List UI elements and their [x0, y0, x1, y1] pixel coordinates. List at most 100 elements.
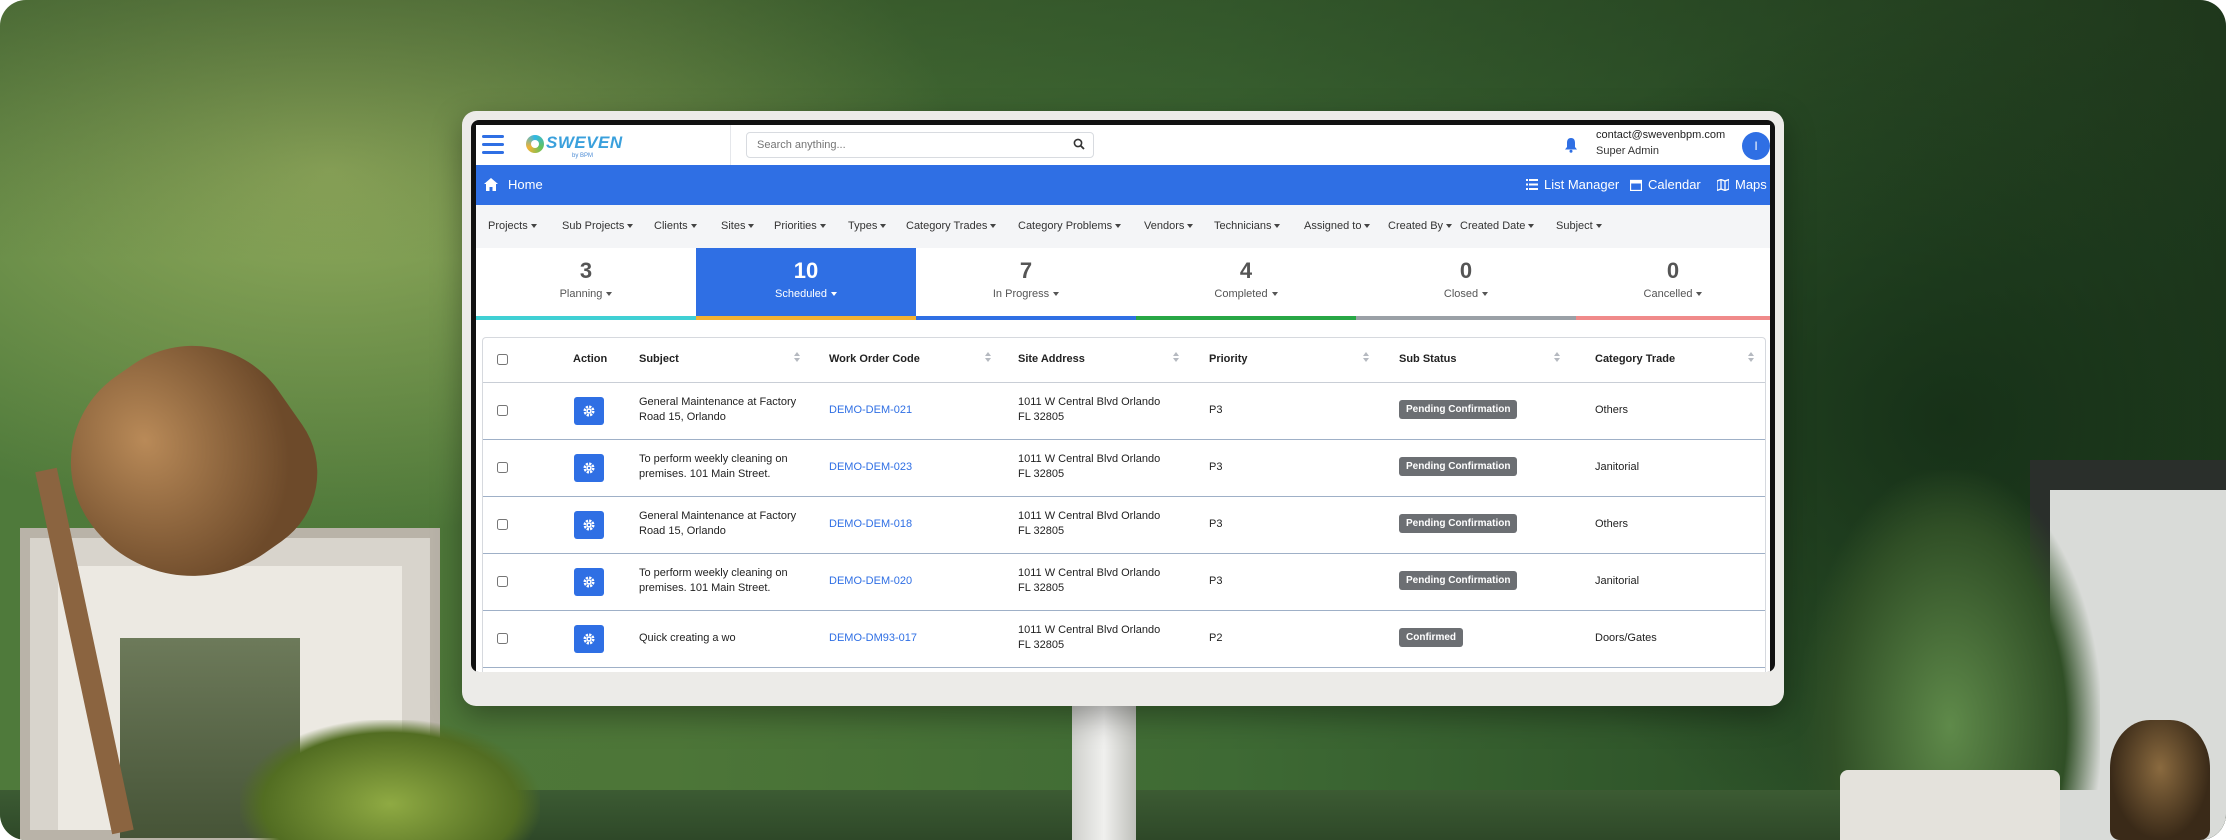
subject-line: General Maintenance at Factory — [639, 510, 797, 522]
stat-label: In Progress — [992, 288, 1050, 300]
status-badge: Pending Confirmation — [1399, 400, 1518, 419]
subject-cell: General Maintenance at Factory Road 15, O… — [639, 395, 796, 425]
address-line: 1011 W Central Blvd Orlando — [1018, 510, 1161, 522]
table-row[interactable]: To perform weekly cleaning on premises. 1… — [483, 440, 1765, 497]
stat-completed[interactable]: 4 Completed — [1136, 248, 1356, 320]
stat-cancelled[interactable]: 0 Cancelled — [1576, 248, 1770, 320]
sort-icon[interactable] — [1363, 352, 1369, 364]
caret-down-icon — [748, 224, 755, 229]
top-bar: SWEVEN by BPM contact@swevenbpm.com Supe… — [476, 125, 1770, 166]
filter-sub-projects[interactable]: Sub Projects — [562, 220, 634, 232]
home-label: Home — [508, 177, 543, 192]
list-manager-link[interactable]: List Manager — [1526, 177, 1619, 192]
stat-closed[interactable]: 0 Closed — [1356, 248, 1576, 320]
subject-line: premises. 101 Main Street. — [639, 468, 771, 480]
caret-down-icon — [627, 224, 634, 229]
filter-sites[interactable]: Sites — [721, 220, 755, 232]
gear-icon — [583, 633, 595, 645]
subject-line: General Maintenance at Factory — [639, 396, 797, 408]
row-checkbox[interactable] — [497, 576, 508, 587]
filter-category-problems[interactable]: Category Problems — [1018, 220, 1122, 232]
row-checkbox[interactable] — [497, 405, 508, 416]
row-checkbox[interactable] — [497, 519, 508, 530]
stat-count: 0 — [1666, 258, 1680, 283]
calendar-link[interactable]: Calendar — [1630, 177, 1701, 192]
maps-link[interactable]: Maps — [1717, 177, 1767, 192]
user-email[interactable]: contact@swevenbpm.com — [1596, 129, 1725, 141]
sort-icon[interactable] — [794, 352, 800, 364]
filter-created-by[interactable]: Created By — [1388, 220, 1453, 232]
stat-label-wrap: In Progress — [916, 288, 1136, 300]
sort-icon[interactable] — [1748, 352, 1754, 364]
search-icon[interactable] — [1073, 138, 1085, 150]
home-icon — [484, 178, 498, 191]
action-button[interactable] — [574, 397, 604, 425]
action-button[interactable] — [574, 625, 604, 653]
subject-line: premises. 101 Main Street. — [639, 582, 771, 594]
work-order-link[interactable]: DEMO-DEM-020 — [829, 574, 912, 589]
column-header-category-trade[interactable]: Category Trade — [1595, 353, 1675, 365]
table-row[interactable]: To perform weekly cleaning on premises. 1… — [483, 554, 1765, 611]
work-order-link[interactable]: DEMO-DEM-018 — [829, 517, 912, 532]
select-all-checkbox[interactable] — [497, 354, 508, 365]
subject-line: Quick creating a wo — [639, 632, 736, 644]
filter-assigned-to[interactable]: Assigned to — [1304, 220, 1371, 232]
filter-bar: Projects Sub Projects Clients Sites Prio… — [476, 205, 1770, 249]
table-row[interactable]: General Maintenance at Factory Road 15, O… — [483, 497, 1765, 554]
stat-scheduled[interactable]: 10 Scheduled — [696, 248, 916, 320]
bell-icon[interactable] — [1564, 137, 1578, 153]
filter-label: Subject — [1556, 220, 1593, 232]
caret-down-icon — [1528, 224, 1535, 229]
sort-icon[interactable] — [1554, 352, 1560, 364]
column-header-site-address[interactable]: Site Address — [1018, 353, 1085, 365]
stat-label-wrap: Scheduled — [696, 288, 916, 300]
sort-icon[interactable] — [1173, 352, 1179, 364]
row-checkbox[interactable] — [497, 633, 508, 644]
filter-clients[interactable]: Clients — [654, 220, 697, 232]
filter-subject[interactable]: Subject — [1556, 220, 1602, 232]
stat-planning[interactable]: 3 Planning — [476, 248, 696, 320]
avatar[interactable]: I — [1742, 132, 1770, 160]
caret-down-icon — [1364, 224, 1371, 229]
search-input[interactable] — [755, 133, 1059, 157]
filter-technicians[interactable]: Technicians — [1214, 220, 1281, 232]
caret-down-icon — [606, 292, 613, 297]
address-line: FL 32805 — [1018, 411, 1065, 423]
table-row[interactable]: General Maintenance at Factory Road 15, O… — [483, 383, 1765, 440]
table-row[interactable]: Quick creating a wo DEMO-DM93-017 1011 W… — [483, 611, 1765, 668]
action-button[interactable] — [574, 568, 604, 596]
caret-down-icon — [819, 224, 826, 229]
hamburger-menu-icon[interactable] — [482, 135, 504, 155]
gear-icon — [583, 462, 595, 474]
filter-vendors[interactable]: Vendors — [1144, 220, 1194, 232]
filter-projects[interactable]: Projects — [488, 220, 537, 232]
plant-left — [240, 720, 540, 840]
category-trade-cell: Doors/Gates — [1595, 632, 1657, 644]
work-order-link[interactable]: DEMO-DEM-023 — [829, 460, 912, 475]
column-header-subject[interactable]: Subject — [639, 353, 679, 365]
gear-icon — [583, 405, 595, 417]
caret-down-icon — [1115, 224, 1122, 229]
work-order-link[interactable]: DEMO-DEM-021 — [829, 403, 912, 418]
plant-right — [1800, 470, 2100, 790]
sort-icon[interactable] — [985, 352, 991, 364]
filter-created-date[interactable]: Created Date — [1460, 220, 1535, 232]
column-header-work-order-code[interactable]: Work Order Code — [829, 353, 920, 365]
filter-category-trades[interactable]: Category Trades — [906, 220, 997, 232]
work-order-link[interactable]: DEMO-DM93-017 — [829, 631, 917, 646]
action-button[interactable] — [574, 454, 604, 482]
column-header-sub-status[interactable]: Sub Status — [1399, 353, 1456, 365]
stat-label-wrap: Cancelled — [1576, 288, 1770, 300]
maps-label: Maps — [1735, 177, 1767, 192]
column-header-priority[interactable]: Priority — [1209, 353, 1248, 365]
filter-priorities[interactable]: Priorities — [774, 220, 826, 232]
list-icon — [1526, 179, 1538, 190]
subject-line: To perform weekly cleaning on — [639, 453, 788, 465]
stat-in-progress[interactable]: 7 In Progress — [916, 248, 1136, 320]
filter-types[interactable]: Types — [848, 220, 887, 232]
action-button[interactable] — [574, 511, 604, 539]
row-checkbox[interactable] — [497, 462, 508, 473]
calendar-label: Calendar — [1648, 177, 1701, 192]
home-link[interactable]: Home — [484, 177, 543, 192]
logo[interactable]: SWEVEN by BPM — [526, 131, 626, 159]
